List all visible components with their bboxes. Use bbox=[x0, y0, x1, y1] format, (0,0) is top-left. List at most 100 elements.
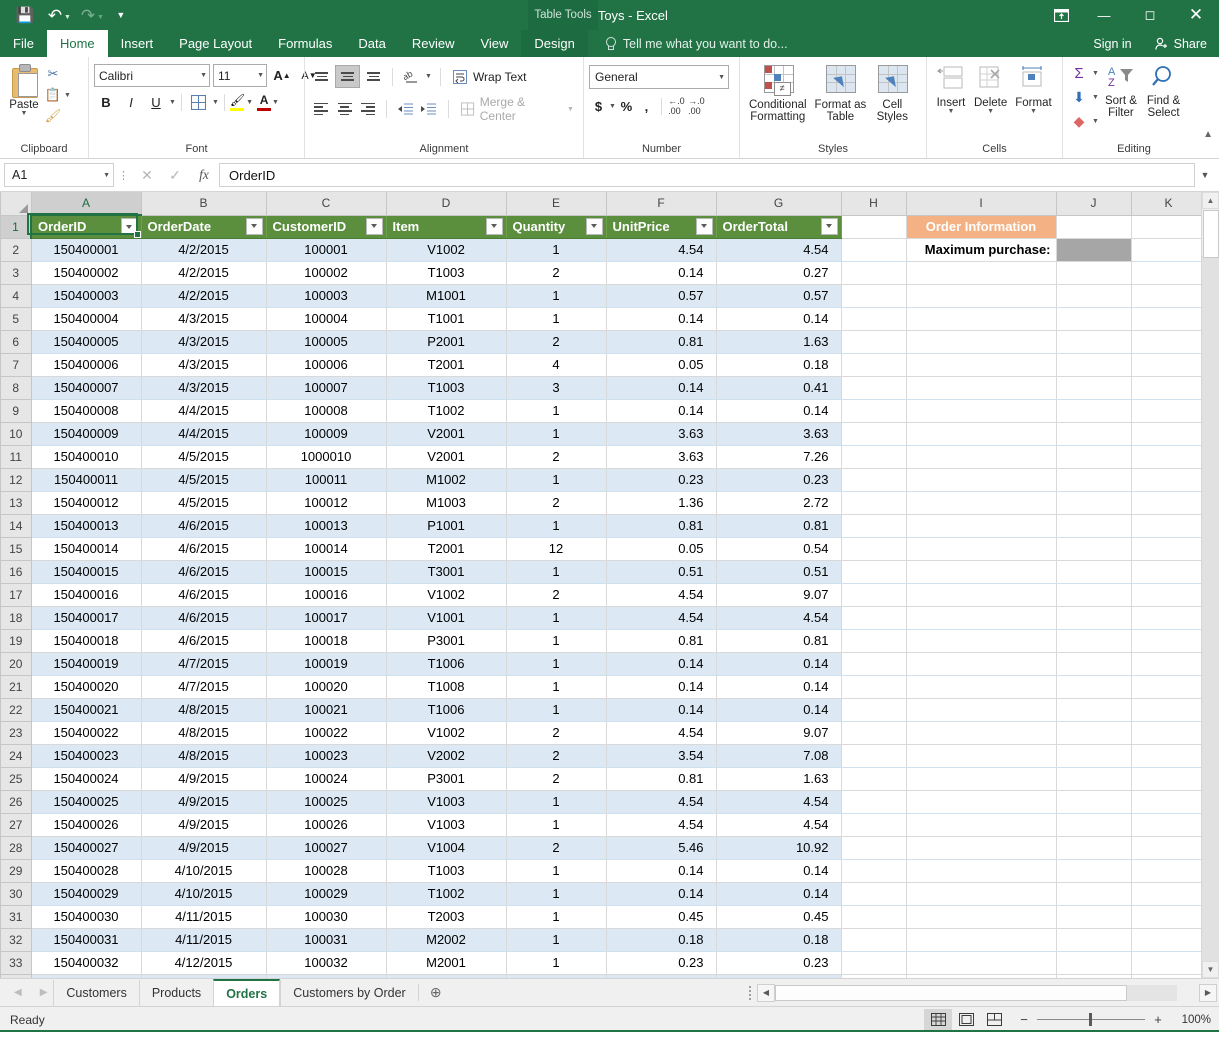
row-header-21[interactable]: 21 bbox=[1, 675, 32, 698]
cell-C11[interactable]: 1000010 bbox=[266, 445, 386, 468]
cell-A20[interactable]: 150400019 bbox=[31, 652, 141, 675]
cell-K30[interactable] bbox=[1131, 882, 1206, 905]
cell-C29[interactable]: 100028 bbox=[266, 859, 386, 882]
row-header-30[interactable]: 30 bbox=[1, 882, 32, 905]
cell-G18[interactable]: 4.54 bbox=[716, 606, 841, 629]
align-top-button[interactable] bbox=[310, 66, 333, 87]
cell-J16[interactable] bbox=[1056, 560, 1131, 583]
table-row[interactable]: 121504000114/5/2015100011M100210.230.23 bbox=[1, 468, 1207, 491]
tab-insert[interactable]: Insert bbox=[108, 30, 167, 57]
cell-H6[interactable] bbox=[841, 330, 906, 353]
cell-J26[interactable] bbox=[1056, 790, 1131, 813]
cell-I3[interactable] bbox=[906, 261, 1056, 284]
cell-G5[interactable]: 0.14 bbox=[716, 307, 841, 330]
cell-H25[interactable] bbox=[841, 767, 906, 790]
cell-J30[interactable] bbox=[1056, 882, 1131, 905]
cell-I27[interactable] bbox=[906, 813, 1056, 836]
cell-H32[interactable] bbox=[841, 928, 906, 951]
cell-F3[interactable]: 0.14 bbox=[606, 261, 716, 284]
cell-C10[interactable]: 100009 bbox=[266, 422, 386, 445]
cell-E6[interactable]: 2 bbox=[506, 330, 606, 353]
cell-K12[interactable] bbox=[1131, 468, 1206, 491]
scroll-down-arrow[interactable]: ▼ bbox=[1202, 961, 1219, 978]
zoom-slider-track[interactable] bbox=[1037, 1019, 1145, 1020]
cell-I2-maximum-purchase-label[interactable]: Maximum purchase: bbox=[906, 238, 1056, 261]
previous-sheet-icon[interactable]: ◀ bbox=[14, 987, 22, 998]
cell-C5[interactable]: 100004 bbox=[266, 307, 386, 330]
zoom-control[interactable]: − + 100% bbox=[1018, 1012, 1211, 1027]
cell-G11[interactable]: 7.26 bbox=[716, 445, 841, 468]
cell-B27[interactable]: 4/9/2015 bbox=[141, 813, 266, 836]
cell-styles-button[interactable]: Cell Styles bbox=[870, 61, 914, 125]
cell-B26[interactable]: 4/9/2015 bbox=[141, 790, 266, 813]
cell-H23[interactable] bbox=[841, 721, 906, 744]
cell-G2[interactable]: 4.54 bbox=[716, 238, 841, 261]
vertical-scrollbar[interactable]: ▲ ▼ bbox=[1201, 192, 1219, 978]
cell-A26[interactable]: 150400025 bbox=[31, 790, 141, 813]
cell-C33[interactable]: 100032 bbox=[266, 951, 386, 974]
cell-A2[interactable]: 150400001 bbox=[31, 238, 141, 261]
cell-K1[interactable] bbox=[1131, 215, 1206, 238]
cell-B21[interactable]: 4/7/2015 bbox=[141, 675, 266, 698]
table-row[interactable]: 41504000034/2/2015100003M100110.570.57 bbox=[1, 284, 1207, 307]
align-bottom-button[interactable] bbox=[362, 66, 385, 87]
cell-B12[interactable]: 4/5/2015 bbox=[141, 468, 266, 491]
cell-K26[interactable] bbox=[1131, 790, 1206, 813]
column-header-E[interactable]: E bbox=[506, 192, 606, 215]
cell-A13[interactable]: 150400012 bbox=[31, 491, 141, 514]
cell-K14[interactable] bbox=[1131, 514, 1206, 537]
cell-B11[interactable]: 4/5/2015 bbox=[141, 445, 266, 468]
cell-K19[interactable] bbox=[1131, 629, 1206, 652]
cell-B32[interactable]: 4/11/2015 bbox=[141, 928, 266, 951]
font-color-icon[interactable]: A bbox=[257, 93, 271, 111]
cell-K8[interactable] bbox=[1131, 376, 1206, 399]
cell-J33[interactable] bbox=[1056, 951, 1131, 974]
cell-F29[interactable]: 0.14 bbox=[606, 859, 716, 882]
cell-G20[interactable]: 0.14 bbox=[716, 652, 841, 675]
cell-C14[interactable]: 100013 bbox=[266, 514, 386, 537]
add-sheet-icon[interactable]: ⊕ bbox=[418, 984, 453, 1001]
cell-E13[interactable]: 2 bbox=[506, 491, 606, 514]
table-row[interactable]: 71504000064/3/2015100006T200140.050.18 bbox=[1, 353, 1207, 376]
row-header-6[interactable]: 6 bbox=[1, 330, 32, 353]
cell-E29[interactable]: 1 bbox=[506, 859, 606, 882]
cell-A11[interactable]: 150400010 bbox=[31, 445, 141, 468]
cell-H11[interactable] bbox=[841, 445, 906, 468]
cell-A25[interactable]: 150400024 bbox=[31, 767, 141, 790]
cell-H29[interactable] bbox=[841, 859, 906, 882]
cell-J12[interactable] bbox=[1056, 468, 1131, 491]
cell-F32[interactable]: 0.18 bbox=[606, 928, 716, 951]
cell-E16[interactable]: 1 bbox=[506, 560, 606, 583]
font-size-combobox[interactable]: 11 ▼ bbox=[213, 64, 267, 87]
row-header-32[interactable]: 32 bbox=[1, 928, 32, 951]
cell-F26[interactable]: 4.54 bbox=[606, 790, 716, 813]
cell-E20[interactable]: 1 bbox=[506, 652, 606, 675]
cell-J6[interactable] bbox=[1056, 330, 1131, 353]
table-column-header-item[interactable]: Item bbox=[386, 215, 506, 238]
decrease-indent-icon[interactable] bbox=[394, 99, 416, 120]
name-box[interactable]: A1 ▼ bbox=[4, 163, 114, 187]
cell-C9[interactable]: 100008 bbox=[266, 399, 386, 422]
cell-A17[interactable]: 150400016 bbox=[31, 583, 141, 606]
cell-J22[interactable] bbox=[1056, 698, 1131, 721]
cell-B22[interactable]: 4/8/2015 bbox=[141, 698, 266, 721]
cell-C18[interactable]: 100017 bbox=[266, 606, 386, 629]
table-column-header-orderid[interactable]: OrderID bbox=[31, 215, 141, 238]
cell-F31[interactable]: 0.45 bbox=[606, 905, 716, 928]
cell-B8[interactable]: 4/3/2015 bbox=[141, 376, 266, 399]
cell-G31[interactable]: 0.45 bbox=[716, 905, 841, 928]
cell-B28[interactable]: 4/9/2015 bbox=[141, 836, 266, 859]
row-header-11[interactable]: 11 bbox=[1, 445, 32, 468]
cell-A22[interactable]: 150400021 bbox=[31, 698, 141, 721]
normal-view-icon[interactable] bbox=[924, 1009, 952, 1030]
cell-D11[interactable]: V2001 bbox=[386, 445, 506, 468]
cell-D20[interactable]: T1006 bbox=[386, 652, 506, 675]
tab-data[interactable]: Data bbox=[345, 30, 398, 57]
cell-K23[interactable] bbox=[1131, 721, 1206, 744]
cell-A7[interactable]: 150400006 bbox=[31, 353, 141, 376]
cell-F21[interactable]: 0.14 bbox=[606, 675, 716, 698]
cell-C21[interactable]: 100020 bbox=[266, 675, 386, 698]
cell-H20[interactable] bbox=[841, 652, 906, 675]
cell-H2[interactable] bbox=[841, 238, 906, 261]
cell-J32[interactable] bbox=[1056, 928, 1131, 951]
